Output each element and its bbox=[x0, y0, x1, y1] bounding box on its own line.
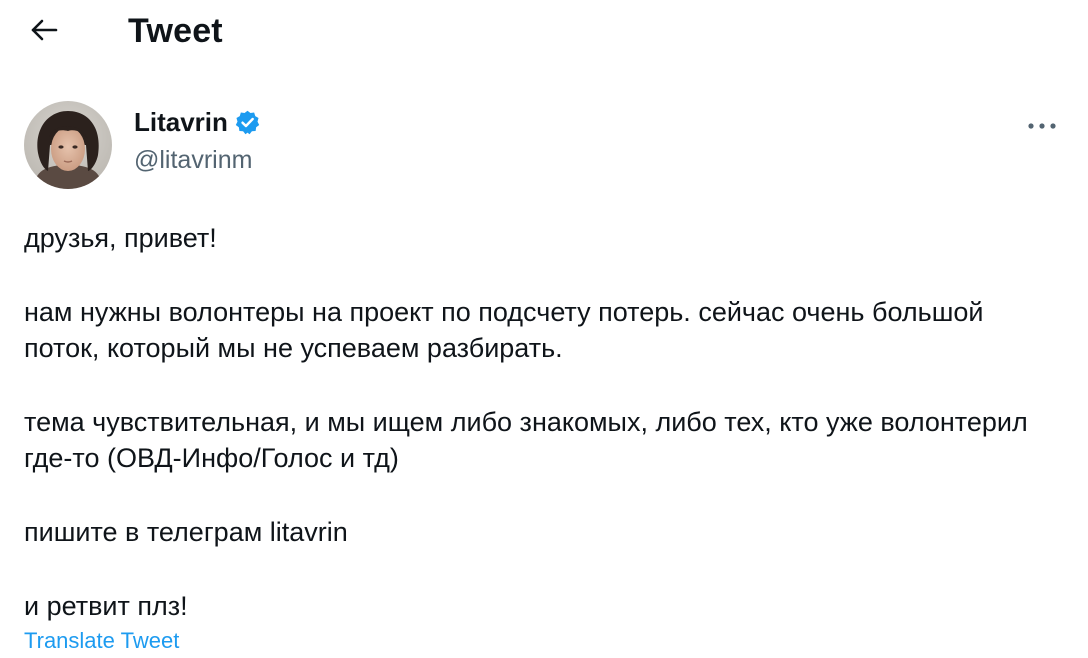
verified-badge-icon bbox=[234, 109, 261, 136]
page-title: Tweet bbox=[128, 12, 223, 50]
author-handle[interactable]: @litavrinm bbox=[134, 146, 252, 175]
tweet-paragraph: нам нужны волонтеры на проект по подсчет… bbox=[24, 297, 984, 363]
author-name-row: Litavrin bbox=[134, 107, 261, 138]
tweet-paragraph: и ретвит плз! bbox=[24, 591, 188, 621]
translate-tweet-link[interactable]: Translate Tweet bbox=[24, 628, 179, 654]
more-horizontal-icon bbox=[1027, 117, 1057, 135]
arrow-left-icon bbox=[29, 18, 59, 47]
avatar[interactable] bbox=[24, 101, 112, 189]
tweet-paragraph: тема чувствительная, и мы ищем либо знак… bbox=[24, 407, 1028, 473]
tweet-paragraph: пишите в телеграм litavrin bbox=[24, 517, 348, 547]
back-button[interactable] bbox=[26, 14, 62, 50]
top-bar: Tweet bbox=[0, 0, 1088, 66]
tweet-paragraph: друзья, привет! bbox=[24, 223, 217, 253]
more-options-button[interactable] bbox=[1022, 108, 1062, 144]
author-display-name[interactable]: Litavrin bbox=[134, 107, 228, 138]
